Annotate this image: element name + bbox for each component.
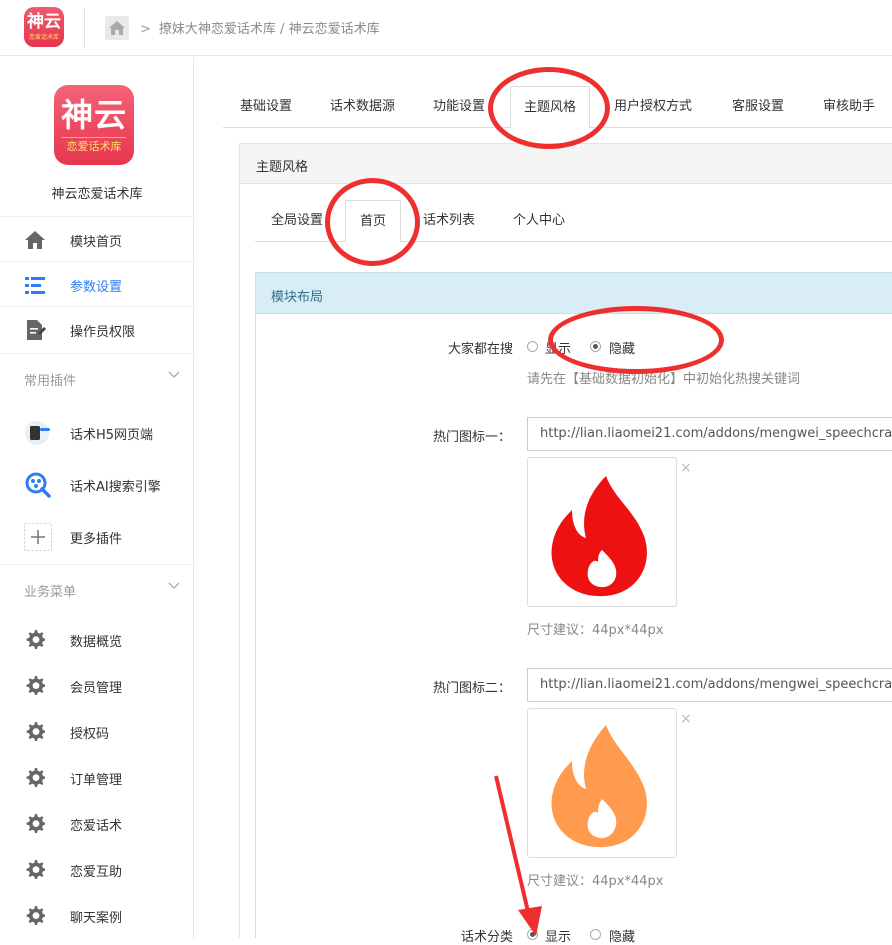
sidebar-item-love-scripts[interactable]: 恋爱话术 <box>0 800 194 846</box>
breadcrumb-item-current: 神云恋爱话术库 <box>288 22 380 37</box>
card-heading: 模块布局 <box>256 273 892 314</box>
hot-icon-1-label: 热门图标一： <box>432 430 511 445</box>
panel-heading: 主题风格 <box>240 144 892 184</box>
category-hide-radio[interactable] <box>590 929 601 940</box>
sidebar-item-module-home[interactable]: 模块首页 <box>0 216 194 261</box>
tab-user-authorization[interactable]: 用户授权方式 <box>614 86 692 128</box>
annotation-arrow <box>494 775 542 936</box>
gear-icon <box>26 906 45 925</box>
hot-icon-1-url-input[interactable]: http://lian.liaomei21.com/addons/mengwei… <box>527 417 892 451</box>
sidebar-item-chat-cases[interactable]: 聊天案例 <box>0 892 194 938</box>
chevron-down-icon <box>168 371 180 378</box>
sidebar-item-label: 授权码 <box>70 727 110 742</box>
sidebar-item-label: 更多插件 <box>70 532 123 547</box>
sidebar-item-more-plugins[interactable]: 更多插件 <box>0 510 194 562</box>
brand-logo-subtext: 恋爱话术库 <box>62 137 126 154</box>
h5-icon <box>25 421 50 445</box>
search-hide-label[interactable]: 隐藏 <box>609 338 635 357</box>
sidebar-item-label: 话术AI搜索引擎 <box>70 480 161 495</box>
document-edit-icon <box>27 320 46 340</box>
main-tabs: 基础设置 话术数据源 功能设置 主题风格 用户授权方式 客服设置 审核助手 <box>223 86 892 129</box>
tab-script-list[interactable]: 话术列表 <box>423 200 475 242</box>
search-hide-radio[interactable] <box>590 341 601 352</box>
tab-theme-style[interactable]: 主题风格 <box>510 86 591 129</box>
sidebar-item-label: 会员管理 <box>70 681 123 696</box>
plus-icon <box>24 523 52 551</box>
brand-logo: 神云 恋爱话术库 <box>54 85 134 165</box>
sidebar-item-label: 聊天案例 <box>70 911 123 926</box>
card-title: 模块布局 <box>271 290 324 305</box>
chevron-right-icon: > <box>140 22 151 37</box>
sidebar-item-data-overview[interactable]: 数据概览 <box>0 616 194 662</box>
tab-global-settings[interactable]: 全局设置 <box>271 200 323 242</box>
tab-feature-settings[interactable]: 功能设置 <box>433 86 485 128</box>
sub-tabs: 全局设置 首页 话术列表 个人中心 <box>255 200 892 243</box>
gear-icon <box>26 860 45 879</box>
breadcrumb: > 撩妹大神恋爱话术库 / 神云恋爱话术库 <box>140 22 380 37</box>
sidebar-item-label: 订单管理 <box>70 773 123 788</box>
sidebar-section-plugins[interactable]: 常用插件 <box>0 353 194 401</box>
tab-personal-center[interactable]: 个人中心 <box>513 200 565 242</box>
sidebar-item-label: 操作员权限 <box>70 325 136 340</box>
brand-logo-text: 神云 <box>60 96 127 134</box>
sidebar-item-orders[interactable]: 订单管理 <box>0 754 194 800</box>
home-icon <box>109 21 125 35</box>
hot-icon-1-size-hint: 尺寸建议：44px*44px <box>527 623 664 638</box>
sidebar: 神云 恋爱话术库 神云恋爱话术库 模块首页 参数设置 操作员权限 常用插件 话术… <box>0 57 194 938</box>
sidebar-item-label: 恋爱互助 <box>70 865 123 880</box>
list-icon <box>25 277 45 294</box>
header-divider <box>84 8 85 48</box>
sidebar-item-auth-code[interactable]: 授权码 <box>0 708 194 754</box>
chevron-down-icon <box>168 582 180 589</box>
logo-subtext: 恋爱话术库 <box>28 34 59 41</box>
search-toggle-label: 大家都在搜 <box>447 342 513 357</box>
breadcrumb-item-module[interactable]: 撩妹大神恋爱话术库 <box>159 22 276 37</box>
sidebar-item-label: 话术H5网页端 <box>70 428 154 443</box>
sidebar-item-settings[interactable]: 参数设置 <box>0 261 194 306</box>
gear-icon <box>26 630 45 649</box>
search-show-radio[interactable] <box>527 341 538 352</box>
tab-home-page[interactable]: 首页 <box>345 200 402 243</box>
hot-icon-2-label: 热门图标二： <box>432 681 511 696</box>
sidebar-item-love-help[interactable]: 恋爱互助 <box>0 846 194 892</box>
fire-icon <box>551 725 647 848</box>
home-button[interactable] <box>105 16 129 40</box>
hot-icon-2-url-input[interactable]: http://lian.liaomei21.com/addons/mengwei… <box>527 668 892 702</box>
panel-title: 主题风格 <box>256 160 309 175</box>
sidebar-item-label: 数据概览 <box>70 635 123 650</box>
brand-name: 神云恋爱话术库 <box>51 187 143 202</box>
ai-search-icon <box>25 472 51 498</box>
hot-icon-1-preview[interactable] <box>527 457 677 607</box>
logo-text: 神云 <box>27 12 61 32</box>
tab-data-source[interactable]: 话术数据源 <box>330 86 395 128</box>
search-show-label[interactable]: 显示 <box>545 338 571 357</box>
sidebar-section-label: 业务菜单 <box>24 585 77 600</box>
hot-icon-1-remove[interactable]: × <box>680 460 692 476</box>
tab-review-assistant[interactable]: 审核助手 <box>823 86 875 128</box>
category-hide-label[interactable]: 隐藏 <box>609 926 635 945</box>
sidebar-item-label: 恋爱话术 <box>70 819 123 834</box>
sidebar-item-members[interactable]: 会员管理 <box>0 662 194 708</box>
sidebar-section-label: 常用插件 <box>24 374 77 389</box>
sidebar-section-business[interactable]: 业务菜单 <box>0 564 194 612</box>
gear-icon <box>26 676 45 695</box>
gear-icon <box>26 814 45 833</box>
tab-customer-service[interactable]: 客服设置 <box>732 86 784 128</box>
top-header: 神云 恋爱话术库 > 撩妹大神恋爱话术库 / 神云恋爱话术库 <box>0 0 892 56</box>
sidebar-item-label: 参数设置 <box>70 280 123 295</box>
sidebar-item-ai-search[interactable]: 话术AI搜索引擎 <box>0 458 194 510</box>
gear-icon <box>26 768 45 787</box>
tab-basic-settings[interactable]: 基础设置 <box>240 86 292 128</box>
app-logo[interactable]: 神云 恋爱话术库 <box>24 7 64 47</box>
gear-icon <box>26 722 45 741</box>
sidebar-item-operator-permissions[interactable]: 操作员权限 <box>0 306 194 351</box>
search-hint: 请先在【基础数据初始化】中初始化热搜关键词 <box>527 372 801 387</box>
home-icon <box>25 231 45 249</box>
hot-icon-2-remove[interactable]: × <box>680 711 692 727</box>
sidebar-item-h5[interactable]: 话术H5网页端 <box>0 406 194 458</box>
sidebar-item-label: 模块首页 <box>70 235 123 250</box>
fire-icon <box>551 476 647 597</box>
